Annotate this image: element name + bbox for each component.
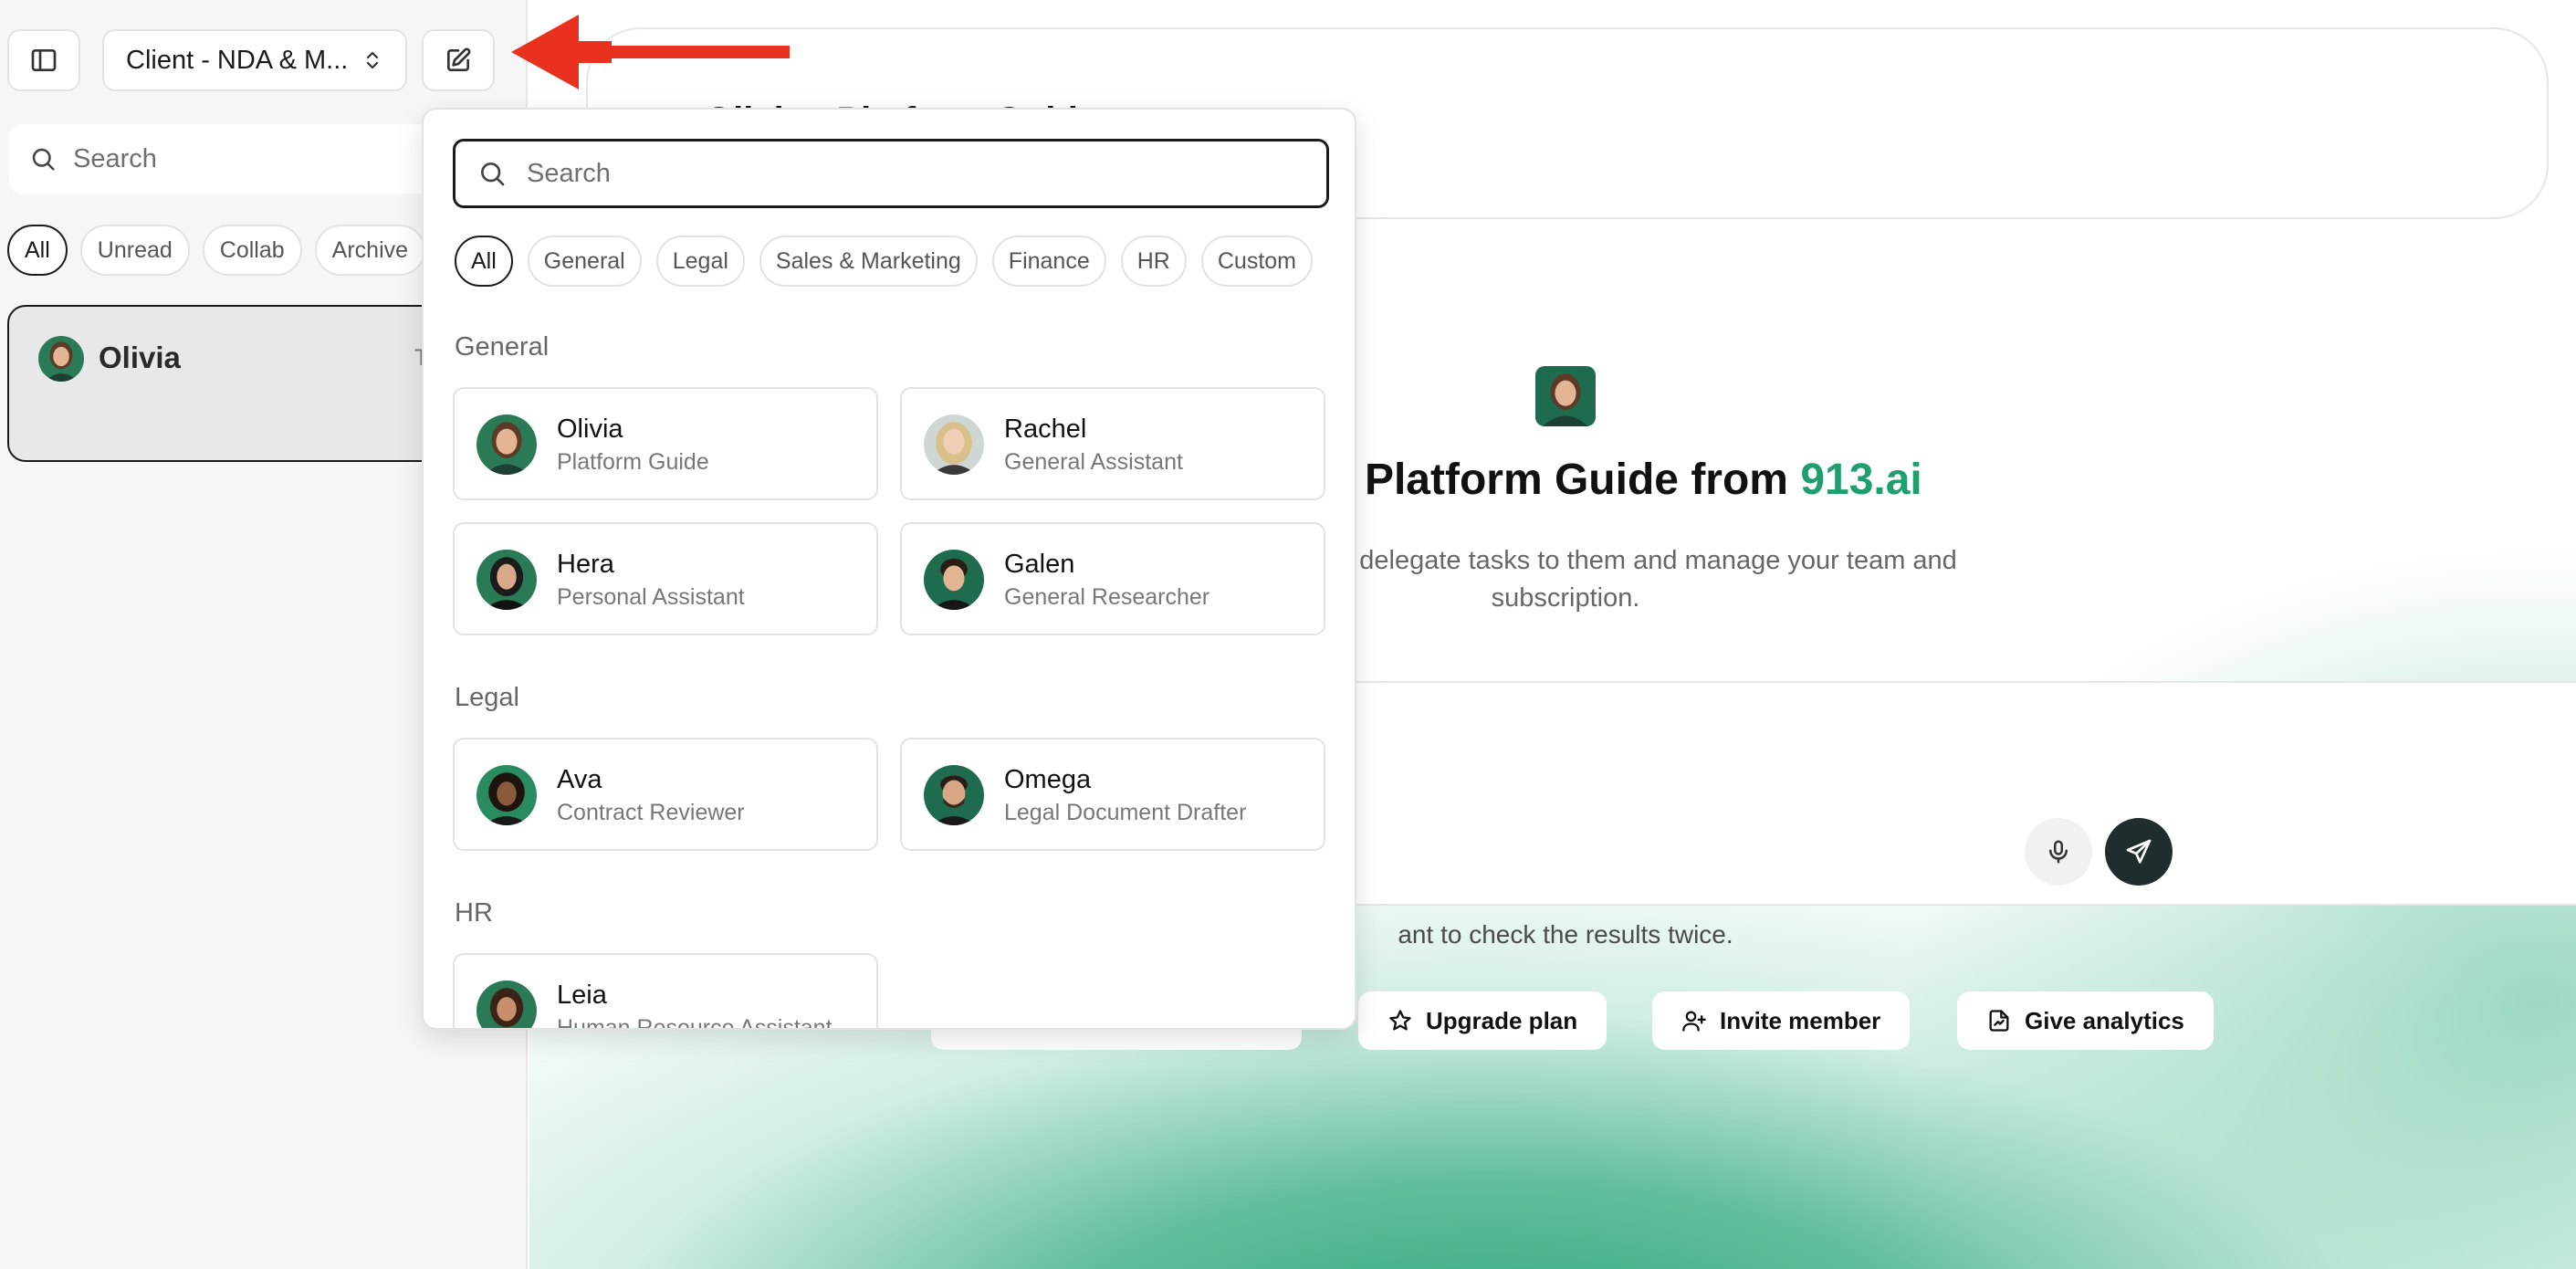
section-hr-heading: HR <box>455 898 493 928</box>
avatar <box>924 550 984 610</box>
agent-role: Contract Reviewer <box>557 800 745 825</box>
category-custom[interactable]: Custom <box>1200 236 1313 287</box>
agent-role: Platform Guide <box>557 449 709 475</box>
category-general[interactable]: General <box>527 236 642 287</box>
filter-collab[interactable]: Collab <box>202 225 302 276</box>
sidebar-panel-icon <box>31 49 57 71</box>
agent-search-placeholder: Search <box>527 158 611 188</box>
arrow-annotation-icon <box>511 15 790 89</box>
avatar <box>38 336 84 382</box>
invite-member-label: Invite member <box>1720 1006 1881 1034</box>
category-all[interactable]: All <box>455 236 513 287</box>
agent-name: Hera <box>557 550 614 579</box>
agent-role: General Assistant <box>1004 449 1183 475</box>
section-legal-heading: Legal <box>455 683 519 712</box>
give-analytics-label: Give analytics <box>2025 1006 2184 1034</box>
section-general-heading: General <box>455 332 550 362</box>
agent-card-galen[interactable]: Galen General Researcher <box>900 522 1325 635</box>
agent-card-ava[interactable]: Ava Contract Reviewer <box>453 738 878 851</box>
give-analytics-button[interactable]: Give analytics <box>1957 991 2214 1050</box>
agent-name: Rachel <box>1004 414 1087 444</box>
agent-name: Leia <box>557 981 607 1010</box>
message-composer[interactable] <box>1314 681 2576 906</box>
agent-card-hera[interactable]: Hera Personal Assistant <box>453 522 878 635</box>
agent-name: Galen <box>1004 550 1075 579</box>
agent-name: Omega <box>1004 765 1092 794</box>
new-chat-button[interactable] <box>422 29 495 91</box>
category-legal[interactable]: Legal <box>655 236 745 287</box>
user-plus-icon <box>1682 1011 1706 1032</box>
agent-avatar <box>1535 366 1596 426</box>
invite-member-button[interactable]: Invite member <box>1652 991 1911 1050</box>
avatar <box>476 550 537 610</box>
sidebar-toggle-button[interactable] <box>7 29 80 91</box>
avatar <box>924 765 984 825</box>
star-icon <box>1389 1010 1411 1031</box>
workspace-label: Client - NDA & M... <box>126 45 349 75</box>
agent-name: Ava <box>557 765 602 794</box>
file-chart-icon <box>1989 1010 2009 1032</box>
category-sales-marketing[interactable]: Sales & Marketing <box>759 236 978 287</box>
filter-archive[interactable]: Archive <box>314 225 426 276</box>
filter-unread[interactable]: Unread <box>79 225 190 276</box>
avatar <box>924 414 984 475</box>
filter-all[interactable]: All <box>7 225 68 276</box>
avatar <box>476 981 537 1028</box>
search-icon <box>481 163 505 186</box>
avatar <box>476 414 537 475</box>
brand-name: 913.ai <box>1800 456 1922 504</box>
agent-role: General Researcher <box>1004 584 1210 610</box>
sidebar-filter-bar: All Unread Collab Archive <box>7 225 426 276</box>
agent-name: Olivia <box>557 414 623 444</box>
voice-input-button[interactable] <box>2025 818 2092 886</box>
microphone-icon <box>2049 840 2068 864</box>
search-icon <box>32 148 55 171</box>
agent-card-leia[interactable]: Leia Human Resource Assistant <box>453 953 878 1030</box>
category-hr[interactable]: HR <box>1120 236 1187 287</box>
send-button[interactable] <box>2105 818 2173 886</box>
agent-picker-dropdown: Search All General Legal Sales & Marketi… <box>422 108 1356 1030</box>
agent-category-filters: All General Legal Sales & Marketing Fina… <box>455 236 1313 287</box>
send-icon <box>2126 839 2152 864</box>
agent-search-input[interactable]: Search <box>453 139 1329 208</box>
agent-card-omega[interactable]: Omega Legal Document Drafter <box>900 738 1325 851</box>
agent-role: Human Resource Assistant <box>557 1015 832 1030</box>
category-finance[interactable]: Finance <box>991 236 1106 287</box>
workspace-select[interactable]: Client - NDA & M... <box>102 29 407 91</box>
sidebar-search-placeholder: Search <box>73 143 157 173</box>
upgrade-plan-button[interactable]: Upgrade plan <box>1358 991 1607 1050</box>
agent-card-rachel[interactable]: Rachel General Assistant <box>900 387 1325 500</box>
compose-icon <box>447 47 471 71</box>
agent-role: Legal Document Drafter <box>1004 800 1247 825</box>
chevron-up-down-icon <box>366 51 379 69</box>
conversation-name: Olivia <box>99 341 181 374</box>
upgrade-plan-label: Upgrade plan <box>1426 1006 1578 1034</box>
agent-role: Personal Assistant <box>557 584 745 610</box>
agent-card-olivia[interactable]: Olivia Platform Guide <box>453 387 878 500</box>
avatar <box>476 765 537 825</box>
